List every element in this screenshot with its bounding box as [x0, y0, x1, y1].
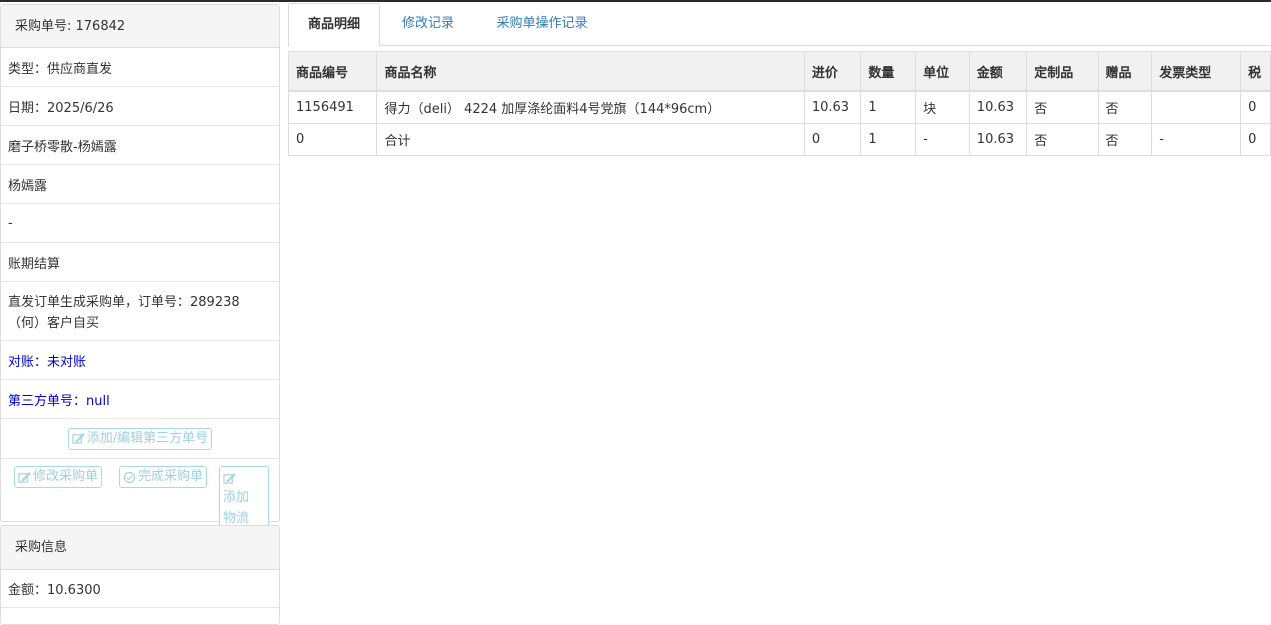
col-header-gift: 赠品: [1097, 51, 1153, 92]
cell-tax: 0: [1240, 90, 1271, 124]
add-logistics-button[interactable]: 添加物流: [219, 466, 269, 531]
reconcile-status: 对账：未对账: [1, 341, 279, 380]
tab-goods-detail[interactable]: 商品明细: [288, 3, 380, 47]
cell-qty: 1: [860, 123, 917, 156]
check-circle-icon: [123, 471, 136, 483]
contact-name: 杨嫣露: [1, 165, 279, 204]
goods-table: 商品编号 商品名称 进价 数量 单位 金额 定制品 赠品 发票类型 税 1156…: [287, 51, 1271, 156]
modify-order-label: 修改采购单: [33, 469, 99, 484]
tab-bar: 商品明细 修改记录 采购单操作记录: [288, 3, 1271, 47]
cell-unit: 块: [915, 90, 970, 124]
settlement-method: 账期结算: [1, 243, 279, 282]
order-date: 日期：2025/6/26: [1, 87, 279, 126]
order-number-header: 采购单号: 176842: [1, 5, 279, 48]
cell-invoice-type: [1151, 90, 1242, 124]
order-action-row: 修改采购单 完成采购单 添加物流: [1, 459, 279, 531]
edit-icon: [72, 433, 85, 444]
complete-order-label: 完成采购单: [138, 469, 204, 484]
empty-field: -: [1, 204, 279, 243]
cell-price: 10.63: [803, 90, 862, 124]
purchase-amount: 金额：10.6300: [1, 570, 279, 608]
order-type: 类型：供应商直发: [1, 48, 279, 87]
col-header-tax: 税: [1240, 51, 1271, 92]
cell-unit: -: [915, 123, 970, 156]
cell-custom: 否: [1026, 90, 1099, 124]
table-header-row: 商品编号 商品名称 进价 数量 单位 金额 定制品 赠品 发票类型 税: [287, 51, 1271, 92]
cell-price: 0: [803, 123, 862, 156]
cell-custom: 否: [1026, 123, 1099, 156]
edit-third-party-label: 添加/编辑第三方单号: [86, 430, 209, 446]
edit-icon: [18, 471, 31, 483]
third-party-action-row: 添加/编辑第三方单号: [1, 419, 279, 459]
col-header-name: 商品名称: [376, 51, 805, 92]
cell-gift: 否: [1097, 123, 1153, 156]
col-header-price: 进价: [803, 51, 862, 92]
table-total-row: 0 合计 0 1 - 10.63 否 否 - 0: [287, 123, 1271, 156]
purchase-info-panel: 采购信息 金额：10.6300: [0, 525, 280, 625]
tab-modify-log[interactable]: 修改记录: [384, 3, 472, 46]
cell-gift: 否: [1097, 90, 1153, 124]
third-party-number: 第三方单号：null: [1, 380, 279, 419]
edit-icon: [223, 473, 236, 484]
tab-operation-log[interactable]: 采购单操作记录: [480, 3, 604, 46]
cell-name: 合计: [376, 123, 805, 156]
col-header-qty: 数量: [860, 51, 917, 92]
add-logistics-label: 添加物流: [223, 490, 250, 526]
cell-qty: 1: [860, 90, 917, 124]
cell-code: 1156491: [287, 90, 378, 124]
col-header-custom: 定制品: [1026, 51, 1099, 92]
cell-invoice-type: -: [1151, 123, 1242, 156]
col-header-code: 商品编号: [287, 51, 378, 92]
left-sidebar: 采购单号: 176842 类型：供应商直发 日期：2025/6/26 磨子桥零散…: [0, 2, 282, 625]
cell-code: 0: [287, 123, 378, 156]
cell-tax: 0: [1240, 123, 1271, 156]
purchase-info-header: 采购信息: [1, 526, 279, 570]
order-note: 直发订单生成采购单，订单号：289238（何）客户自买: [1, 282, 279, 341]
cell-name: 得力（deli） 4224 加厚涤纶面料4号党旗（144*96cm）: [376, 90, 805, 124]
cell-amount: 10.63: [968, 123, 1028, 156]
col-header-amount: 金额: [968, 51, 1028, 92]
col-header-invoice-type: 发票类型: [1151, 51, 1242, 92]
edit-third-party-button[interactable]: 添加/编辑第三方单号: [67, 427, 213, 450]
order-panel: 采购单号: 176842 类型：供应商直发 日期：2025/6/26 磨子桥零散…: [0, 4, 280, 531]
complete-order-button[interactable]: 完成采购单: [119, 466, 208, 488]
cell-amount: 10.63: [968, 90, 1028, 124]
table-row: 1156491 得力（deli） 4224 加厚涤纶面料4号党旗（144*96c…: [287, 90, 1271, 124]
col-header-unit: 单位: [915, 51, 970, 92]
customer-name: 磨子桥零散-杨嫣露: [1, 126, 279, 165]
modify-order-button[interactable]: 修改采购单: [14, 466, 103, 488]
